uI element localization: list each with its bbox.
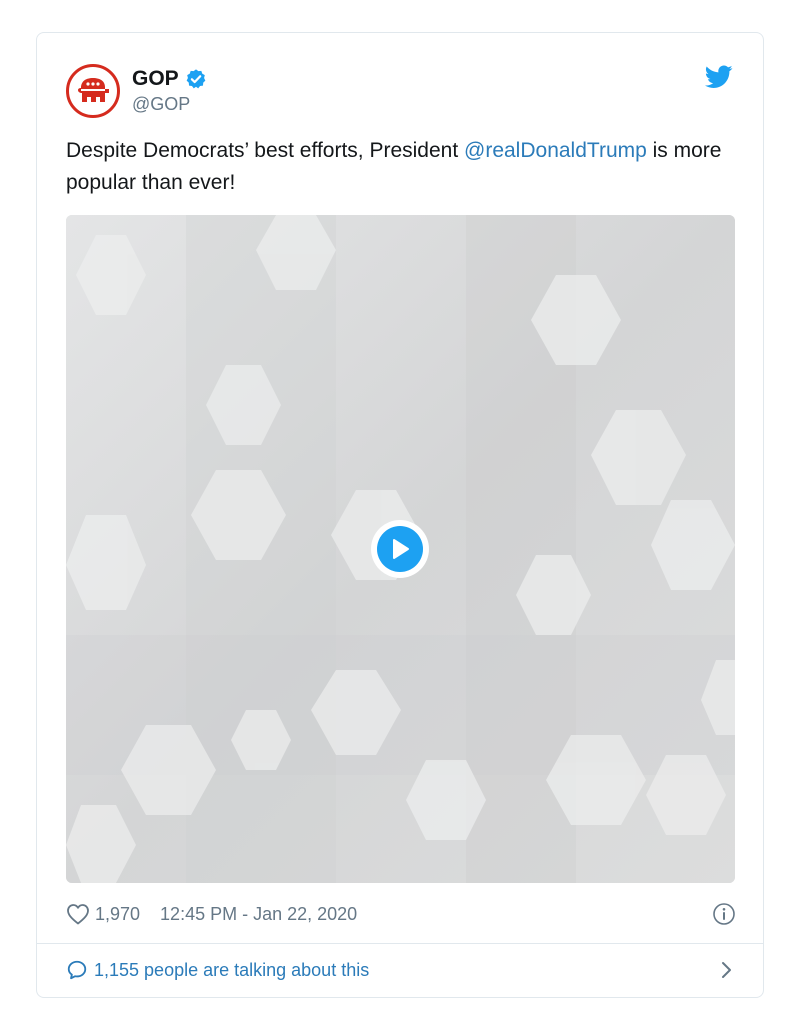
tweet-header: GOP @GOP <box>66 63 207 119</box>
name-row: GOP <box>132 66 207 92</box>
author-display-name[interactable]: GOP <box>132 66 179 92</box>
divider <box>37 943 763 944</box>
republican-elephant-icon <box>78 78 109 102</box>
tweet-text-before: Despite Democrats’ best efforts, Preside… <box>66 139 465 162</box>
comment-bubble-icon <box>67 960 87 980</box>
verified-badge-icon <box>186 69 206 89</box>
tweet-meta-row: 1,970 12:45 PM - Jan 22, 2020 <box>66 899 736 929</box>
avatar[interactable] <box>66 64 120 118</box>
conversation-link[interactable]: 1,155 people are talking about this <box>66 955 736 985</box>
conversation-label: 1,155 people are talking about this <box>94 959 370 980</box>
twitter-bird-icon[interactable] <box>705 65 733 89</box>
chevron-right-icon <box>722 962 731 978</box>
play-button-inner <box>377 526 423 572</box>
video-player[interactable] <box>66 215 735 883</box>
like-button[interactable]: 1,970 <box>66 903 140 925</box>
heart-icon <box>67 904 89 925</box>
author-names: GOP @GOP <box>132 66 207 116</box>
tweet-card[interactable]: GOP @GOP Despite Democrats’ best efforts… <box>36 32 764 998</box>
like-count: 1,970 <box>95 903 141 924</box>
author-handle[interactable]: @GOP <box>132 92 207 116</box>
play-button[interactable] <box>371 520 429 578</box>
mention-link[interactable]: @realDonaldTrump <box>464 139 647 162</box>
play-icon <box>393 539 409 559</box>
tweet-text: Despite Democrats’ best efforts, Preside… <box>66 135 746 199</box>
tweet-timestamp[interactable]: 12:45 PM - Jan 22, 2020 <box>160 904 357 925</box>
info-icon[interactable] <box>712 902 736 926</box>
